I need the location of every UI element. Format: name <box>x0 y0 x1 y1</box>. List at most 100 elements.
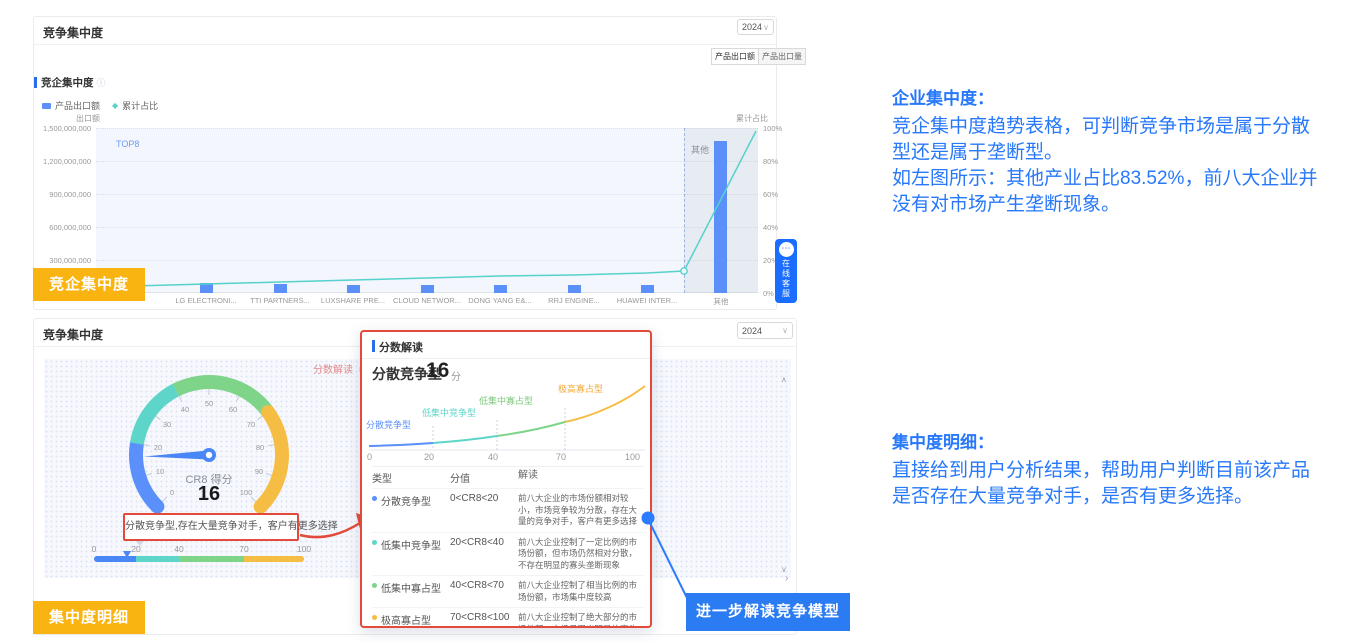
y-tick-right: 40% <box>763 223 793 232</box>
service-char: 客 <box>782 279 790 289</box>
gauge-tick: 80 <box>250 443 270 452</box>
divider <box>34 44 776 45</box>
gauge-tick: 20 <box>148 443 168 452</box>
gauge-tick: 70 <box>241 420 261 429</box>
note1-line: 型还是属于垄断型。 <box>892 140 1369 166</box>
slider-tick: 0 <box>84 544 104 554</box>
popup-header-bar <box>372 340 375 352</box>
note2-heading: 集中度明细： <box>892 428 1369 453</box>
year-select[interactable]: 2024 ∨ <box>737 19 774 35</box>
gauge-value: 16 <box>169 483 249 506</box>
chevron-down-icon: ∨ <box>782 326 788 335</box>
legend-bar-series[interactable]: 产品出口额 <box>42 99 100 112</box>
slider-tick: 40 <box>169 544 189 554</box>
x-tick: LUXSHARE PRE... <box>313 296 393 305</box>
dot-icon <box>372 540 377 545</box>
gauge-tick: 40 <box>175 405 195 414</box>
note1-line: 竞企集中度趋势表格，可判断竞争市场是属于分散 <box>892 114 1369 140</box>
note2-line: 直接给到用户分析结果，帮助用户判断目前该产品 <box>892 458 1369 484</box>
zone-label: 分散竞争型 <box>366 418 411 431</box>
dot-icon <box>372 496 377 501</box>
gauge-tick: 10 <box>150 467 170 476</box>
curve-tick: 20 <box>424 452 446 462</box>
x-tick: TTI PARTNERS... <box>240 296 320 305</box>
panel1-title: 竞争集中度 <box>43 24 103 41</box>
bar-swatch-icon <box>42 103 51 109</box>
note-enterprise-concentration: 企业集中度： 竞企集中度趋势表格，可判断竞争市场是属于分散 型还是属于垄断型。 … <box>892 84 1369 218</box>
slider-marker-icon[interactable] <box>123 551 131 558</box>
gauge-tick: 90 <box>249 467 269 476</box>
slider-tick: 100 <box>294 544 314 554</box>
popup-table-row: 低集中寡占型 40<CR8<70 前八大企业控制了相当比例的市场份额，市场集中度… <box>372 576 644 608</box>
divider <box>362 358 650 359</box>
zone-label: 低集中寡占型 <box>479 394 533 407</box>
y-tick-right: 80% <box>763 157 793 166</box>
popup-score-unit: 分 <box>451 368 461 383</box>
y-axis-right-title: 累计占比 <box>736 113 768 124</box>
online-service-button[interactable]: ⋯ 在 线 客 服 <box>775 239 797 303</box>
slider-segment-teal <box>136 556 179 562</box>
overlay-label-concentration-detail: 集中度明细 <box>33 601 145 634</box>
section-bar <box>34 77 37 88</box>
chart-legend: 产品出口额 ◆ 累计占比 <box>42 99 158 112</box>
x-tick: LG ELECTRONI... <box>166 296 246 305</box>
popup-header: 分数解读 <box>379 339 423 355</box>
connector-dot-icon <box>642 512 655 525</box>
zone-label: 低集中竞争型 <box>422 406 476 419</box>
page: 竞争集中度 2024 ∨ 产品出口额 产品出口量 竞企集中度 ⓘ 产品出口额 ◆… <box>0 0 1369 642</box>
metric-tabs: 产品出口额 产品出口量 <box>711 48 806 65</box>
scroll-up-icon[interactable]: ∧ <box>781 375 787 384</box>
overlay-label-competitor-concentration: 竞企集中度 <box>33 268 145 301</box>
x-tick: CLOUD NETWOR... <box>387 296 467 305</box>
x-tick: DONG YANG E&... <box>460 296 540 305</box>
curve-tick: 0 <box>367 452 389 462</box>
year-value: 2024 <box>742 22 762 32</box>
gauge-tick: 50 <box>199 399 219 408</box>
y-tick: 1,200,000,000 <box>35 157 91 166</box>
score-explain-popup: 分数解读 分散竞争型 16 分 分散竞争型 低集中竞争型 低集中寡占型 极高寡占… <box>360 330 652 628</box>
x-tick: 其他 <box>681 296 761 307</box>
note1-line: 没有对市场产生垄断现象。 <box>892 192 1369 218</box>
gauge-tooltip: 分散竞争型,存在大量竞争对手，客户有更多选择 <box>123 513 299 541</box>
slider-tick: 70 <box>234 544 254 554</box>
tab-export-amount[interactable]: 产品出口额 <box>711 48 758 65</box>
y-tick: 300,000,000 <box>35 256 91 265</box>
legend-line-series[interactable]: ◆ 累计占比 <box>112 99 158 112</box>
y-tick-right: 60% <box>763 190 793 199</box>
scroll-right-icon[interactable]: › <box>785 573 788 584</box>
section-title: 竞企集中度 <box>41 75 94 90</box>
curve-tick: 100 <box>625 452 647 462</box>
curve-tick: 40 <box>488 452 510 462</box>
x-tick: RRJ ENGINE... <box>534 296 614 305</box>
popup-table-row: 分散竞争型 0<CR8<20 前八大企业的市场份额相对较小，市场竞争较为分散，存… <box>372 489 644 533</box>
panel-competition-concentration-top: 竞争集中度 2024 ∨ 产品出口额 产品出口量 竞企集中度 ⓘ 产品出口额 ◆… <box>33 16 777 310</box>
chat-bubble-icon: ⋯ <box>779 242 794 257</box>
tab-export-volume[interactable]: 产品出口量 <box>758 48 806 65</box>
interpret-model-button[interactable]: 进一步解读竞争模型 <box>686 593 850 631</box>
popup-table-row: 低集中竞争型 20<CR8<40 前八大企业控制了一定比例的市场份额，但市场仍然… <box>372 533 644 577</box>
note1-line: 如左图所示：其他产业占比83.52%，前八大企业并 <box>892 166 1369 192</box>
popup-table: 类型 分值 解读 分散竞争型 0<CR8<20 前八大企业的市场份额相对较小，市… <box>372 466 644 628</box>
note1-heading: 企业集中度： <box>892 84 1369 109</box>
note2-line: 是否存在大量竞争对手，是否有更多选择。 <box>892 484 1369 510</box>
section-header: 竞企集中度 ⓘ <box>34 75 106 90</box>
legend-line-label: 累计占比 <box>122 99 158 112</box>
chevron-down-icon: ∨ <box>763 23 769 32</box>
y-tick: 1,500,000,000 <box>35 124 91 133</box>
gauge-tick: 60 <box>223 405 243 414</box>
y-axis-left-title: 出口额 <box>76 113 100 124</box>
x-tick: HUAWEI INTER... <box>607 296 687 305</box>
popup-table-row: 极高寡占型 70<CR8<100 前八大企业控制了绝大部分的市场份额，市场呈现出… <box>372 608 644 628</box>
info-icon[interactable]: ⓘ <box>97 76 106 89</box>
bar-line-chart: TOP8 其他 <box>96 128 758 293</box>
service-char: 线 <box>782 269 790 279</box>
connector-line <box>638 508 698 604</box>
zone-label: 极高寡占型 <box>558 382 603 395</box>
year-select-2[interactable]: 2024 ∨ <box>737 322 793 339</box>
y-tick: 900,000,000 <box>35 190 91 199</box>
panel2-title: 竞争集中度 <box>43 326 103 343</box>
line-marker-icon[interactable] <box>681 268 687 274</box>
curve-tick: 70 <box>556 452 578 462</box>
legend-bar-label: 产品出口额 <box>55 99 100 112</box>
slider-segment-orange <box>244 556 304 562</box>
